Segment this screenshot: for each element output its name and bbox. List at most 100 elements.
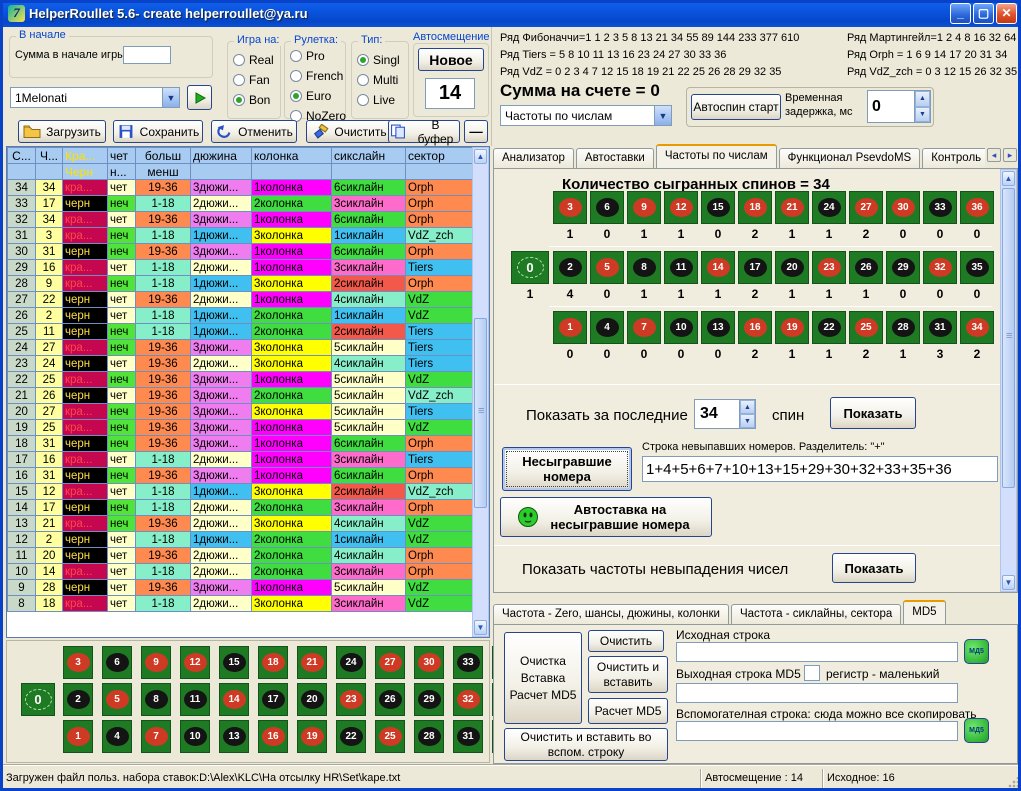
table-row[interactable]: 1417черннеч1-182дюжи...2колонка3сиклайнO… bbox=[8, 500, 474, 516]
tab-Частоты по числам[interactable]: Частоты по числам bbox=[656, 144, 777, 169]
spin-down-icon[interactable]: ▼ bbox=[740, 414, 755, 428]
table-row[interactable]: 1631черннеч19-363дюжи...1колонка6сиклайн… bbox=[8, 468, 474, 484]
table-header-cell[interactable]: чет bbox=[108, 148, 136, 164]
md5-big-button[interactable]: Очистка Вставка Расчет MD5 bbox=[504, 632, 582, 724]
table-header-cell[interactable]: н... bbox=[108, 164, 136, 180]
board-number-21[interactable]: 21 bbox=[297, 646, 327, 679]
table-header-cell[interactable]: сектор bbox=[406, 148, 474, 164]
table-header-cell[interactable]: Ч... bbox=[36, 148, 63, 164]
radio-fan[interactable]: Fan bbox=[233, 70, 274, 90]
run-preset-button[interactable] bbox=[187, 85, 212, 110]
md5-calc-icon[interactable]: МД5 bbox=[964, 639, 989, 664]
md5-calc-button[interactable]: Расчет MD5 bbox=[588, 698, 668, 724]
scroll-down-icon[interactable]: ▼ bbox=[474, 620, 487, 635]
table-row[interactable]: 3031черннеч19-363дюжи...1колонка6сиклайн… bbox=[8, 244, 474, 260]
table-header-cell[interactable] bbox=[36, 164, 63, 180]
table-header-cell[interactable] bbox=[252, 164, 332, 180]
table-row[interactable]: 2916кра...чет1-182дюжи...1колонка3сиклай… bbox=[8, 260, 474, 276]
md5-clear-button[interactable]: Очистить bbox=[588, 630, 664, 652]
table-row[interactable]: 1120чернчет19-362дюжи...2колонка4сиклайн… bbox=[8, 548, 474, 564]
md5-aux-icon[interactable]: МД5 bbox=[964, 718, 989, 743]
chevron-down-icon[interactable]: ▼ bbox=[654, 106, 671, 125]
radio-multi[interactable]: Multi bbox=[357, 70, 400, 90]
board-number-5[interactable]: 5 bbox=[102, 683, 132, 716]
table-header-cell[interactable] bbox=[8, 164, 36, 180]
save-button[interactable]: Сохранить bbox=[113, 120, 203, 143]
scroll-up-icon[interactable]: ▲ bbox=[1002, 171, 1015, 186]
preset-combobox[interactable]: 1Melonati ▼ bbox=[10, 87, 180, 108]
bottom-tab-MD5[interactable]: MD5 bbox=[903, 600, 945, 625]
scrollbar-thumb[interactable] bbox=[1002, 188, 1015, 488]
board-number-15[interactable]: 15 bbox=[219, 646, 249, 679]
table-header-cell[interactable]: Черн bbox=[63, 164, 108, 180]
clear-button[interactable]: Очистить bbox=[306, 120, 392, 143]
table-row[interactable]: 2027кра...неч19-363дюжи...3колонка5сикла… bbox=[8, 404, 474, 420]
board-number-16[interactable]: 16 bbox=[258, 720, 288, 753]
scrollbar-thumb[interactable] bbox=[474, 318, 487, 508]
board-number-32[interactable]: 32 bbox=[453, 683, 483, 716]
scroll-down-icon[interactable]: ▼ bbox=[1002, 575, 1015, 590]
table-header-cell[interactable]: больш bbox=[136, 148, 191, 164]
board-number-4[interactable]: 4 bbox=[102, 720, 132, 753]
board-number-1[interactable]: 1 bbox=[63, 720, 93, 753]
tab-scroll-left-icon[interactable]: ◂ bbox=[987, 148, 1001, 162]
table-row[interactable]: 289кра...неч1-181дюжи...3колонка2сиклайн… bbox=[8, 276, 474, 292]
table-row[interactable]: 3317черннеч1-182дюжи...2колонка3сиклайнO… bbox=[8, 196, 474, 212]
board-number-25[interactable]: 25 bbox=[375, 720, 405, 753]
start-sum-input[interactable] bbox=[123, 46, 171, 64]
board-number-19[interactable]: 19 bbox=[297, 720, 327, 753]
show-last-spinner[interactable]: 34 ▲▼ bbox=[694, 399, 756, 429]
md5-clear-paste-aux-button[interactable]: Очистить и вставить во вспом. строку bbox=[504, 728, 668, 761]
mode-combobox[interactable]: Частоты по числам ▼ bbox=[500, 105, 672, 126]
table-row[interactable]: 1925кра...неч19-363дюжи...1колонка5сикла… bbox=[8, 420, 474, 436]
undo-button[interactable]: Отменить bbox=[211, 120, 297, 143]
radio-singl[interactable]: Singl bbox=[357, 50, 400, 70]
table-row[interactable]: 2511черннеч1-181дюжи...2колонка2сиклайнT… bbox=[8, 324, 474, 340]
table-row[interactable]: 1831черннеч19-363дюжи...1колонка6сиклайн… bbox=[8, 436, 474, 452]
tab-Контроль банкро[interactable]: Контроль банкро bbox=[922, 148, 985, 169]
board-number-18[interactable]: 18 bbox=[258, 646, 288, 679]
show-miss-freq-button[interactable]: Показать bbox=[832, 553, 916, 583]
collapse-button[interactable]: — bbox=[464, 120, 488, 143]
load-button[interactable]: Загрузить bbox=[18, 120, 106, 143]
table-row[interactable]: 2427кра...неч19-363дюжи...3колонка5сикла… bbox=[8, 340, 474, 356]
board-number-23[interactable]: 23 bbox=[336, 683, 366, 716]
radio-french[interactable]: French bbox=[290, 66, 346, 86]
board-number-27[interactable]: 27 bbox=[375, 646, 405, 679]
close-button[interactable]: ✕ bbox=[996, 3, 1017, 24]
maximize-button[interactable]: ▢ bbox=[973, 3, 994, 24]
board-number-12[interactable]: 12 bbox=[180, 646, 210, 679]
table-header-cell[interactable]: С... bbox=[8, 148, 36, 164]
tab-Автоставки[interactable]: Автоставки bbox=[576, 148, 654, 169]
board-number-14[interactable]: 14 bbox=[219, 683, 249, 716]
md5-aux-input[interactable] bbox=[676, 721, 958, 741]
spin-down-icon[interactable]: ▼ bbox=[915, 107, 930, 123]
board-number-6[interactable]: 6 bbox=[102, 646, 132, 679]
table-scrollbar[interactable]: ▲ ▼ bbox=[472, 147, 489, 637]
unplayed-numbers-button[interactable]: Несыгравшие номера bbox=[502, 447, 632, 491]
panel-scrollbar[interactable]: ▲ ▼ bbox=[1000, 169, 1017, 592]
board-number-8[interactable]: 8 bbox=[141, 683, 171, 716]
tab-Анализатор[interactable]: Анализатор bbox=[493, 148, 574, 169]
register-checkbox[interactable] bbox=[804, 665, 820, 681]
bottom-tab-Частота - сиклайны, сектора[interactable]: Частота - сиклайны, сектора bbox=[731, 604, 901, 625]
table-header-cell[interactable]: Кра... bbox=[63, 148, 108, 164]
radio-bon[interactable]: Bon bbox=[233, 90, 274, 110]
table-row[interactable]: 2722чернчет19-362дюжи...1колонка4сиклайн… bbox=[8, 292, 474, 308]
table-row[interactable]: 3434кра...чет19-363дюжи...1колонка6сикла… bbox=[8, 180, 474, 196]
table-header-cell[interactable] bbox=[191, 164, 252, 180]
board-number-13[interactable]: 13 bbox=[219, 720, 249, 753]
autospin-start-button[interactable]: Автоспин старт bbox=[691, 94, 781, 120]
board-number-33[interactable]: 33 bbox=[453, 646, 483, 679]
board-number-3[interactable]: 3 bbox=[63, 646, 93, 679]
board-number-22[interactable]: 22 bbox=[336, 720, 366, 753]
table-header-cell[interactable]: сикслайн bbox=[332, 148, 406, 164]
table-row[interactable]: 2324чернчет19-362дюжи...3колонка4сиклайн… bbox=[8, 356, 474, 372]
board-number-9[interactable]: 9 bbox=[141, 646, 171, 679]
table-header-cell[interactable] bbox=[406, 164, 474, 180]
board-number-20[interactable]: 20 bbox=[297, 683, 327, 716]
table-row[interactable]: 1321кра...неч19-362дюжи...3колонка4сикла… bbox=[8, 516, 474, 532]
table-row[interactable]: 313кра...неч1-181дюжи...3колонка1сиклайн… bbox=[8, 228, 474, 244]
board-number-29[interactable]: 29 bbox=[414, 683, 444, 716]
radio-pro[interactable]: Pro bbox=[290, 46, 346, 66]
